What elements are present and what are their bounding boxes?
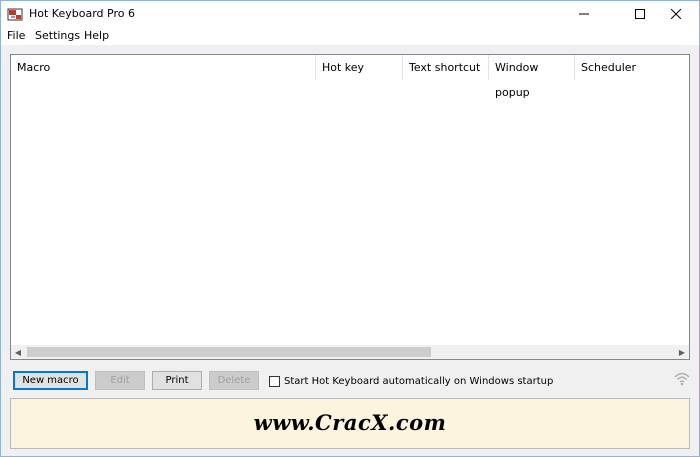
network-status-icon[interactable] bbox=[673, 370, 691, 386]
keyboard-app-icon bbox=[7, 8, 23, 21]
horizontal-scrollbar[interactable]: ◀ ▶ bbox=[11, 345, 689, 359]
app-window: Hot Keyboard Pro 6 File Settings Help Ma… bbox=[0, 0, 700, 457]
column-header-scheduler[interactable]: Scheduler bbox=[575, 55, 689, 80]
maximize-icon bbox=[635, 9, 645, 19]
column-header-macro[interactable]: Macro bbox=[11, 55, 316, 80]
scroll-right-icon[interactable]: ▶ bbox=[675, 345, 689, 359]
column-header-text-shortcut[interactable]: Text shortcut bbox=[403, 55, 489, 80]
new-macro-button[interactable]: New macro bbox=[13, 371, 88, 390]
delete-button[interactable]: Delete bbox=[209, 371, 259, 390]
startup-label: Start Hot Keyboard automatically on Wind… bbox=[284, 375, 554, 387]
column-header-hot-key[interactable]: Hot key bbox=[316, 55, 403, 80]
print-button[interactable]: Print bbox=[152, 371, 202, 390]
minimize-button[interactable] bbox=[561, 1, 607, 27]
promo-banner: www.CracX.com bbox=[10, 398, 690, 449]
minimize-icon bbox=[579, 13, 589, 15]
scroll-left-icon[interactable]: ◀ bbox=[11, 345, 25, 359]
macro-list[interactable]: Macro Hot key Text shortcut Window popup… bbox=[10, 54, 690, 360]
startup-checkbox[interactable] bbox=[269, 375, 280, 387]
menu-bar: File Settings Help bbox=[1, 27, 699, 45]
menu-help[interactable]: Help bbox=[84, 29, 109, 42]
title-bar[interactable]: Hot Keyboard Pro 6 bbox=[1, 1, 699, 27]
close-button[interactable] bbox=[653, 1, 699, 27]
window-title: Hot Keyboard Pro 6 bbox=[29, 7, 135, 20]
startup-option[interactable]: Start Hot Keyboard automatically on Wind… bbox=[269, 374, 553, 388]
column-header-window-popup[interactable]: Window popup bbox=[489, 55, 575, 99]
menu-file[interactable]: File bbox=[7, 29, 25, 42]
edit-button[interactable]: Edit bbox=[95, 371, 145, 390]
menu-settings[interactable]: Settings bbox=[35, 29, 80, 42]
scrollbar-thumb[interactable] bbox=[27, 347, 431, 357]
close-icon bbox=[671, 9, 681, 19]
banner-watermark-text: www.CracX.com bbox=[253, 410, 447, 435]
